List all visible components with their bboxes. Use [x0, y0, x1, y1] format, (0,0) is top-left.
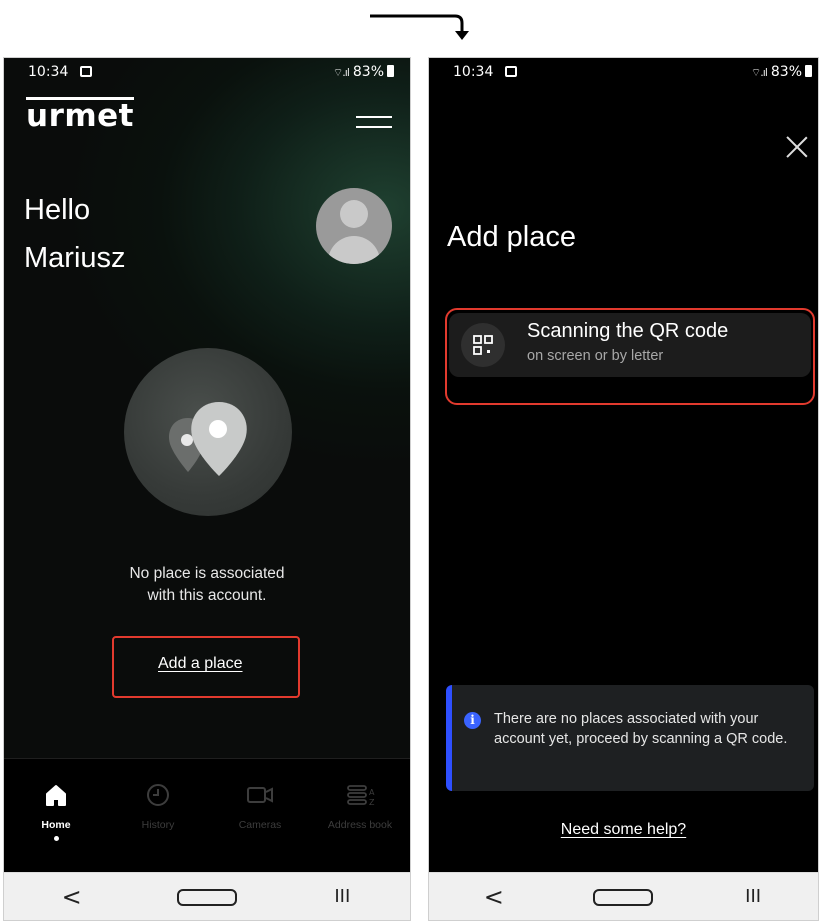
menu-icon[interactable] [356, 116, 392, 128]
tab-home[interactable]: Home [6, 781, 106, 841]
nav-back-button[interactable]: < [464, 873, 524, 921]
tab-address-book[interactable]: AZ Address book [310, 781, 410, 831]
tab-history-label: History [141, 819, 175, 831]
avatar[interactable] [316, 188, 392, 264]
svg-text:A: A [369, 788, 375, 797]
status-bar: 10:34 ⌔.ıl 83% [4, 58, 410, 86]
highlight-box [445, 308, 815, 405]
system-nav-bar: < III [429, 872, 818, 920]
avatar-head [340, 200, 368, 228]
nav-back-button[interactable]: < [42, 873, 102, 921]
home-icon [46, 785, 66, 806]
active-tab-dot [53, 836, 59, 841]
camera-icon [247, 787, 273, 803]
greeting: Hello Mariusz [24, 186, 126, 282]
status-bar: 10:34 ⌔.ıl 83% [429, 58, 818, 86]
battery-percent: 83% [770, 64, 802, 80]
empty-state-message: No place is associated with this account… [4, 563, 410, 607]
nav-home-button[interactable] [593, 873, 654, 921]
flow-arrow-icon [370, 14, 469, 40]
close-icon[interactable] [786, 136, 808, 158]
battery-percent: 83% [352, 64, 384, 80]
tab-cameras-label: Cameras [238, 819, 282, 831]
gallery-icon [80, 66, 92, 77]
page-title: Add place [447, 221, 576, 253]
status-right: ⌔.ıl 83% [751, 64, 812, 80]
status-time: 10:34 [453, 64, 494, 80]
info-banner: i There are no places associated with yo… [446, 685, 814, 791]
info-text: There are no places associated with your… [494, 711, 788, 747]
status-time: 10:34 [28, 64, 69, 80]
empty-message-line2: with this account. [147, 587, 267, 604]
nav-recents-button[interactable]: III [723, 873, 783, 921]
greeting-hello: Hello [24, 194, 91, 226]
tab-address-book-label: Address book [327, 819, 393, 831]
tab-history[interactable]: History [108, 781, 208, 831]
battery-icon [805, 65, 812, 77]
battery-icon [387, 65, 394, 77]
gallery-icon [505, 66, 517, 77]
signal-icon: ⌔.ıl [750, 66, 768, 79]
avatar-body [328, 236, 380, 264]
tab-home-label: Home [41, 819, 71, 831]
system-nav-bar: < III [4, 872, 410, 920]
add-place-screen: 10:34 ⌔.ıl 83% Add place Scanning the QR … [428, 57, 819, 921]
bottom-tab-bar: Home History Cameras AZ Address book [4, 758, 410, 873]
highlight-box [112, 636, 300, 698]
address-book-icon: AZ [347, 785, 375, 807]
signal-icon: ⌔.ıl [332, 66, 350, 79]
nav-recents-button[interactable]: III [312, 873, 372, 921]
home-screen: 10:34 ⌔.ıl 83% urmet Hello Mariusz No pla… [3, 57, 411, 921]
home-circle-icon [176, 889, 237, 906]
help-link[interactable]: Need some help? [429, 821, 818, 839]
svg-text:Z: Z [369, 798, 375, 807]
clock-icon [147, 784, 169, 806]
tab-cameras[interactable]: Cameras [210, 781, 310, 831]
nav-home-button[interactable] [176, 873, 237, 921]
empty-message-line1: No place is associated [129, 565, 285, 582]
info-icon: i [464, 712, 481, 729]
urmet-logo: urmet [26, 97, 135, 134]
greeting-name: Mariusz [24, 242, 126, 274]
location-pins-illustration [124, 348, 292, 516]
home-circle-icon [593, 889, 654, 906]
location-pin-icon [168, 402, 247, 476]
status-right: ⌔.ıl 83% [333, 64, 394, 80]
